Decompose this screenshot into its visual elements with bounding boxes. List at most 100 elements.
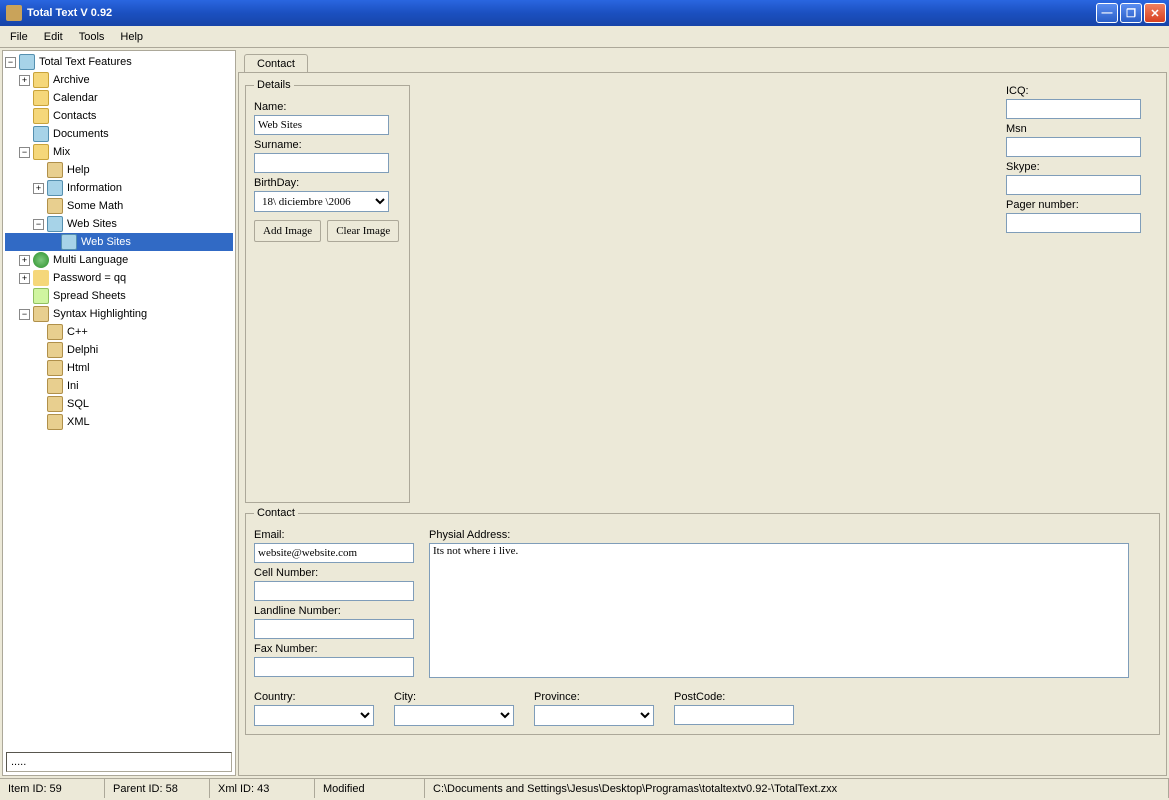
root-icon — [19, 54, 35, 70]
icq-input[interactable] — [1006, 99, 1141, 119]
add-image-button[interactable]: Add Image — [254, 220, 321, 242]
node-web-sites-child[interactable]: Web Sites — [81, 236, 131, 248]
im-column: ICQ: Msn Skype: Pager number: — [1006, 73, 1166, 503]
email-input[interactable] — [254, 543, 414, 563]
menu-tools[interactable]: Tools — [71, 29, 113, 45]
expand-info-icon[interactable]: + — [33, 183, 44, 194]
birthday-label: BirthDay: — [254, 177, 401, 189]
skype-input[interactable] — [1006, 175, 1141, 195]
node-password[interactable]: Password = qq — [53, 272, 126, 284]
maximize-button[interactable]: ❐ — [1120, 3, 1142, 23]
title-bar: Total Text V 0.92 — ❐ ✕ — [0, 0, 1169, 26]
node-some-math[interactable]: Some Math — [67, 200, 123, 212]
archive-icon — [33, 72, 49, 88]
node-xml[interactable]: XML — [67, 416, 90, 428]
node-mix[interactable]: Mix — [53, 146, 70, 158]
country-label: Country: — [254, 691, 374, 703]
expand-icon[interactable]: + — [19, 75, 30, 86]
expand-pw-icon[interactable]: + — [19, 273, 30, 284]
sidebar: − Total Text Features + Archive Calendar C… — [2, 50, 236, 776]
city-label: City: — [394, 691, 514, 703]
postcode-input[interactable] — [674, 705, 794, 725]
postcode-label: PostCode: — [674, 691, 794, 703]
ini-icon — [47, 378, 63, 394]
status-modified: Modified — [315, 779, 425, 798]
address-textarea[interactable]: Its not where i live. — [429, 543, 1129, 678]
menu-bar: File Edit Tools Help — [0, 26, 1169, 48]
node-contacts[interactable]: Contacts — [53, 110, 96, 122]
node-calendar[interactable]: Calendar — [53, 92, 98, 104]
landline-label: Landline Number: — [254, 605, 419, 617]
contact-legend: Contact — [254, 507, 298, 519]
status-xml-id: Xml ID: 43 — [210, 779, 315, 798]
app-icon — [6, 5, 22, 21]
cell-input[interactable] — [254, 581, 414, 601]
surname-label: Surname: — [254, 139, 401, 151]
window-title: Total Text V 0.92 — [27, 7, 112, 19]
globe-icon — [33, 252, 49, 268]
menu-edit[interactable]: Edit — [36, 29, 71, 45]
fax-label: Fax Number: — [254, 643, 419, 655]
minimize-button[interactable]: — — [1096, 3, 1118, 23]
landline-input[interactable] — [254, 619, 414, 639]
province-select[interactable] — [534, 705, 654, 726]
msn-label: Msn — [1006, 123, 1152, 135]
status-bar: Item ID: 59 Parent ID: 58 Xml ID: 43 Mod… — [0, 778, 1169, 798]
syntax-icon — [33, 306, 49, 322]
tab-contact[interactable]: Contact — [244, 54, 308, 73]
node-root[interactable]: Total Text Features — [39, 56, 132, 68]
expand-websites-icon[interactable]: − — [33, 219, 44, 230]
fax-input[interactable] — [254, 657, 414, 677]
key-icon — [33, 270, 49, 286]
node-spread-sheets[interactable]: Spread Sheets — [53, 290, 126, 302]
node-sql[interactable]: SQL — [67, 398, 89, 410]
help-icon — [47, 162, 63, 178]
menu-help[interactable]: Help — [112, 29, 151, 45]
status-item-id: Item ID: 59 — [0, 779, 105, 798]
calendar-icon — [33, 90, 49, 106]
node-html[interactable]: Html — [67, 362, 90, 374]
msn-input[interactable] — [1006, 137, 1141, 157]
math-icon — [47, 198, 63, 214]
node-documents[interactable]: Documents — [53, 128, 109, 140]
city-select[interactable] — [394, 705, 514, 726]
name-label: Name: — [254, 101, 401, 113]
node-multi-language[interactable]: Multi Language — [53, 254, 128, 266]
country-select[interactable] — [254, 705, 374, 726]
pager-label: Pager number: — [1006, 199, 1152, 211]
node-syntax[interactable]: Syntax Highlighting — [53, 308, 147, 320]
clear-image-button[interactable]: Clear Image — [327, 220, 399, 242]
tree-view[interactable]: − Total Text Features + Archive Calendar C… — [3, 51, 235, 749]
html-icon — [47, 360, 63, 376]
node-web-sites[interactable]: Web Sites — [67, 218, 117, 230]
node-ini[interactable]: Ini — [67, 380, 79, 392]
expand-mix-icon[interactable]: − — [19, 147, 30, 158]
email-label: Email: — [254, 529, 419, 541]
sql-icon — [47, 396, 63, 412]
pager-input[interactable] — [1006, 213, 1141, 233]
province-label: Province: — [534, 691, 654, 703]
cell-label: Cell Number: — [254, 567, 419, 579]
xml-icon — [47, 414, 63, 430]
mix-icon — [33, 144, 49, 160]
search-input[interactable] — [6, 752, 232, 772]
birthday-select[interactable]: 18\ diciembre \2006 — [254, 191, 389, 212]
expand-syntax-icon[interactable]: − — [19, 309, 30, 320]
status-parent-id: Parent ID: 58 — [105, 779, 210, 798]
content-area: Contact Details Name: Surname: BirthDay:… — [238, 50, 1167, 776]
expand-ml-icon[interactable]: + — [19, 255, 30, 266]
node-archive[interactable]: Archive — [53, 74, 90, 86]
node-cpp[interactable]: C++ — [67, 326, 88, 338]
websites-child-icon — [61, 234, 77, 250]
node-delphi[interactable]: Delphi — [67, 344, 98, 356]
menu-file[interactable]: File — [2, 29, 36, 45]
expand-root-icon[interactable]: − — [5, 57, 16, 68]
close-button[interactable]: ✕ — [1144, 3, 1166, 23]
node-help[interactable]: Help — [67, 164, 90, 176]
node-information[interactable]: Information — [67, 182, 122, 194]
surname-input[interactable] — [254, 153, 389, 173]
contact-fieldset: Contact Email: Cell Number: Landline Num… — [245, 507, 1160, 735]
name-input[interactable] — [254, 115, 389, 135]
address-label: Physial Address: — [429, 529, 1129, 541]
documents-icon — [33, 126, 49, 142]
